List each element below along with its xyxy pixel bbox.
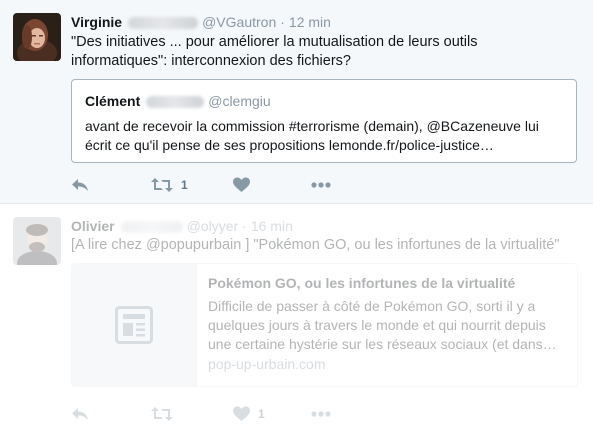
tweet-header: Olivier @olyyer · 16 min <box>71 217 293 237</box>
reply-icon <box>72 408 88 420</box>
heart-icon <box>233 406 250 421</box>
avatar[interactable] <box>13 217 61 265</box>
separator: · <box>242 218 247 234</box>
more-icon <box>311 182 331 188</box>
quote-text: avant de recevoir la commission #terrori… <box>85 118 539 153</box>
like-button[interactable]: 1 <box>233 404 265 424</box>
author-handle[interactable]: @VGautron <box>202 14 276 30</box>
tweet-actions: 1 <box>71 175 371 195</box>
quoted-tweet[interactable]: Clément @clemgiu avant de recevoir la com… <box>71 79 577 163</box>
blurred-surname <box>120 221 183 234</box>
reply-icon <box>72 179 88 191</box>
quote-header: Clément @clemgiu <box>85 93 271 109</box>
reply-button[interactable] <box>71 175 89 195</box>
blurred-surname <box>146 96 205 109</box>
card-domain: pop-up-urbain.com <box>208 356 326 372</box>
retweet-count: 1 <box>181 178 188 192</box>
quote-author-name: Clément <box>85 93 141 109</box>
retweet-icon <box>151 407 173 421</box>
tweet-olivier[interactable]: Olivier @olyyer · 16 min [A lire chez @popu… <box>0 204 593 443</box>
like-button[interactable] <box>233 175 250 195</box>
card-thumbnail <box>72 264 197 386</box>
tweet-text: [A lire chez @popupurbain ] "Pokémon GO,… <box>71 237 560 253</box>
author-name[interactable]: Olivier <box>71 218 115 234</box>
heart-icon <box>233 177 250 192</box>
more-button[interactable] <box>311 404 331 424</box>
quote-author-handle: @clemgiu <box>208 93 271 109</box>
link-card[interactable]: Pokémon GO, ou les infortunes de la virt… <box>71 263 578 387</box>
tweet-header: Virginie @VGautron · 12 min <box>71 13 331 33</box>
retweet-button[interactable]: 1 <box>151 175 188 195</box>
author-name[interactable]: Virginie <box>71 14 122 30</box>
timestamp[interactable]: 12 min <box>289 14 331 30</box>
tweet-text: "Des initiatives ... pour améliorer la m… <box>71 34 478 69</box>
author-handle[interactable]: @olyyer <box>187 218 239 234</box>
reply-button[interactable] <box>71 404 89 424</box>
separator: · <box>280 14 285 30</box>
more-button[interactable] <box>311 175 331 195</box>
document-icon <box>115 306 153 344</box>
retweet-button[interactable] <box>151 404 181 424</box>
card-title: Pokémon GO, ou les infortunes de la virt… <box>208 275 516 291</box>
like-count: 1 <box>258 407 265 421</box>
avatar[interactable] <box>13 13 61 61</box>
retweet-icon <box>151 178 173 192</box>
blurred-surname <box>128 17 199 30</box>
more-icon <box>311 411 331 417</box>
tweet-actions: 1 <box>71 404 371 424</box>
timestamp[interactable]: 16 min <box>251 218 293 234</box>
card-description: Difficile de passer à côté de Pokémon GO… <box>208 298 557 352</box>
tweet-virginie[interactable]: Virginie @VGautron · 12 min "Des initiative… <box>0 0 593 204</box>
